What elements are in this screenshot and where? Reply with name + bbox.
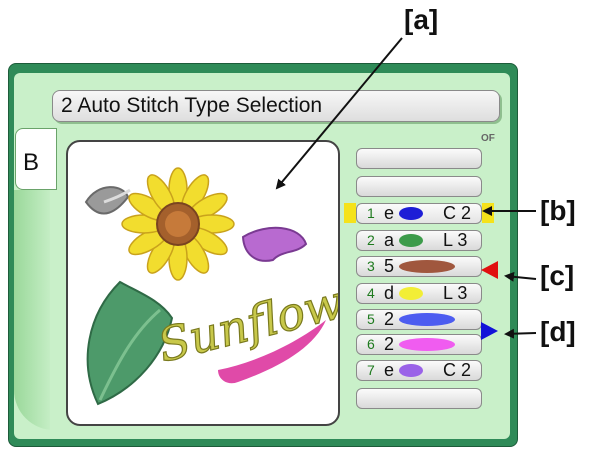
thread-number: 6 <box>367 336 375 352</box>
blue-marker-icon <box>481 322 498 340</box>
thread-stitch-type: L 3 <box>443 230 468 250</box>
thread-number: 2 <box>367 232 375 248</box>
thread-number: 1 <box>367 205 375 221</box>
thread-stitch-code: 2 <box>384 309 395 329</box>
thread-stitch-code: 2 <box>384 334 395 354</box>
pattern-preview: Sunflower <box>66 140 400 426</box>
selection-highlight-left <box>344 203 356 223</box>
tab-edge <box>14 190 54 430</box>
thread-color-swatch <box>399 234 423 247</box>
thread-number: 4 <box>367 285 375 301</box>
thread-scroll-slot-top-1[interactable] <box>356 148 482 169</box>
callout-d: [d] <box>540 316 576 347</box>
title-bar: 2 Auto Stitch Type Selection <box>52 90 500 122</box>
corner-label: OF <box>481 133 495 144</box>
thread-stitch-code: e <box>384 360 395 380</box>
thread-item-1[interactable]: 1 e C 2 <box>356 203 482 224</box>
thread-stitch-type: C 2 <box>443 203 472 223</box>
thread-color-swatch <box>399 364 423 377</box>
thread-item-6[interactable]: 6 2 <box>356 334 482 355</box>
thread-color-swatch <box>399 338 455 351</box>
callout-b: [b] <box>540 195 576 226</box>
thread-stitch-code: 5 <box>384 256 395 276</box>
thread-stitch-type: L 3 <box>443 283 468 303</box>
thread-scroll-slot-top-2[interactable] <box>356 176 482 197</box>
thread-item-3[interactable]: 3 5 <box>356 256 482 277</box>
sunflower-flower <box>121 167 235 281</box>
thread-color-swatch <box>399 287 423 300</box>
thread-number: 7 <box>367 362 375 378</box>
callout-c: [c] <box>540 260 575 291</box>
thread-number: 3 <box>367 258 375 274</box>
red-marker-icon <box>481 261 498 279</box>
thread-number: 5 <box>367 311 375 327</box>
thread-item-2[interactable]: 2 a L 3 <box>356 230 482 251</box>
thread-color-swatch <box>399 207 423 220</box>
thread-scroll-slot-bottom[interactable] <box>356 388 482 409</box>
tab-b-label: B <box>23 149 40 176</box>
thread-stitch-code: d <box>384 283 395 303</box>
thread-color-swatch <box>399 260 455 273</box>
thread-color-swatch <box>399 313 455 326</box>
sunflower-artwork: Sunflower <box>84 167 400 406</box>
callout-a: [a] <box>404 4 439 35</box>
thread-stitch-code: e <box>384 203 395 223</box>
thread-stitch-type: C 2 <box>443 360 472 380</box>
thread-item-5[interactable]: 5 2 <box>356 309 482 330</box>
thread-item-7[interactable]: 7 e C 2 <box>356 360 482 381</box>
thread-stitch-code: a <box>384 230 395 250</box>
tab-b[interactable]: B <box>15 128 57 190</box>
thread-item-4[interactable]: 4 d L 3 <box>356 283 482 304</box>
selection-highlight-right <box>482 203 494 223</box>
window-title: 2 Auto Stitch Type Selection <box>61 94 323 117</box>
purple-leaf <box>241 226 308 262</box>
